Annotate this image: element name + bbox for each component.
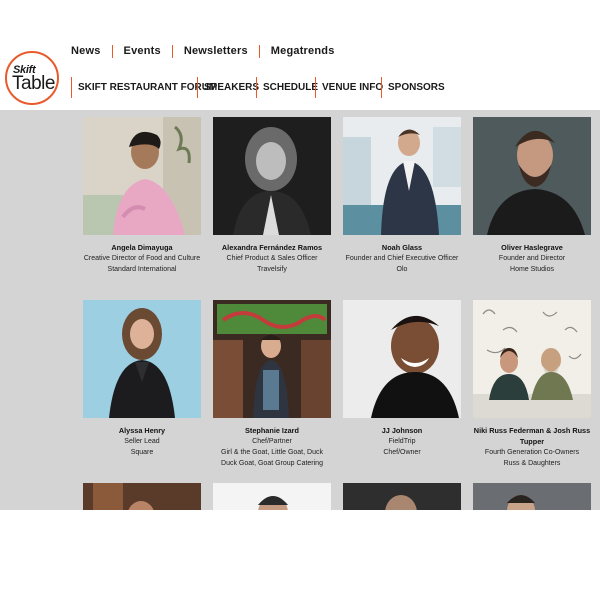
speaker-card[interactable]: Oliver Haslegrave Founder and Director H… [473,117,591,275]
speaker-card[interactable]: Angela Dimayuga Creative Director of Foo… [83,117,201,275]
speaker-company: Standard International [107,266,177,273]
subnav-venue-info[interactable]: VENUE INFO [315,77,383,98]
speaker-photo [83,483,201,510]
speaker-company: Chef/Owner [383,449,421,456]
speaker-title: Founder and Chief Executive Officer [345,255,459,262]
subnav-sponsors[interactable]: SPONSORS [381,77,445,98]
site-header: Skift Table News Events Newsletters Mega… [0,0,600,110]
speaker-company: Square [130,449,154,456]
speaker-photo [343,300,461,418]
speaker-card[interactable] [83,483,201,510]
nav-divider [171,44,173,58]
speaker-name: Angela Dimayuga [111,243,173,252]
speaker-photo [213,117,331,235]
speaker-name: Alyssa Henry [118,426,166,435]
speaker-title: Fourth Generation Co-Owners [484,449,580,456]
speaker-company: Home Studios [510,266,554,273]
subnav-restaurant-forum[interactable]: SKIFT RESTAURANT FORUM [71,77,217,98]
speaker-card[interactable]: Noah Glass Founder and Chief Executive O… [343,117,461,275]
speaker-photo [473,483,591,510]
speaker-photo [343,117,461,235]
speaker-name: JJ Johnson [381,426,423,435]
speaker-name: Stephanie Izard [245,426,299,435]
top-nav: News Events Newsletters Megatrends [71,44,335,58]
speaker-title: Chef/Partner [252,438,292,445]
event-subnav: SKIFT RESTAURANT FORUM SPEAKERS SCHEDULE… [71,77,445,98]
nav-events[interactable]: Events [124,45,161,57]
skift-table-logo[interactable]: Skift Table [5,51,59,105]
page-blank-area [0,510,600,600]
nav-news[interactable]: News [71,45,101,57]
speaker-photo [213,483,331,510]
speaker-company: Russ & Daughters [503,460,561,467]
speaker-card[interactable]: Alexandra Fernández Ramos Chief Product … [213,117,331,275]
nav-divider [111,44,113,58]
speaker-name: Niki Russ Federman & Josh Russ Tupper [473,426,591,446]
speaker-title: Seller Lead [124,438,160,445]
speaker-photo [473,300,591,418]
speaker-company: Travelsify [257,266,287,273]
nav-megatrends[interactable]: Megatrends [271,45,335,57]
speaker-card[interactable] [473,483,591,510]
speaker-photo [83,300,201,418]
speaker-photo [213,300,331,418]
speaker-title: FieldTrip [388,438,416,445]
speaker-title: Creative Director of Food and Culture [83,255,201,262]
speaker-photo [473,117,591,235]
speaker-photo [343,483,461,510]
speaker-card[interactable]: Niki Russ Federman & Josh Russ Tupper Fo… [473,300,591,469]
nav-newsletters[interactable]: Newsletters [184,45,248,57]
speaker-card[interactable]: Stephanie Izard Chef/Partner Girl & the … [213,300,331,469]
speaker-card[interactable]: Alyssa Henry Seller Lead Square [83,300,201,458]
subnav-speakers[interactable]: SPEAKERS [197,77,259,98]
speaker-title: Chief Product & Sales Officer [226,255,318,262]
speakers-grid: Angela Dimayuga Creative Director of Foo… [0,110,600,510]
speaker-name: Alexandra Fernández Ramos [221,243,323,252]
speaker-company: Girl & the Goat, Little Goat, Duck Duck … [221,449,323,467]
speaker-photo [83,117,201,235]
nav-divider [258,44,260,58]
speaker-name: Noah Glass [381,243,423,252]
speaker-card[interactable]: JJ Johnson FieldTrip Chef/Owner [343,300,461,458]
speaker-card[interactable] [343,483,461,510]
subnav-schedule[interactable]: SCHEDULE [256,77,318,98]
speaker-card[interactable] [213,483,331,510]
speaker-name: Oliver Haslegrave [501,243,563,252]
speaker-title: Founder and Director [498,255,566,262]
speaker-company: Olo [396,266,408,273]
logo-table-text: Table [12,73,55,94]
